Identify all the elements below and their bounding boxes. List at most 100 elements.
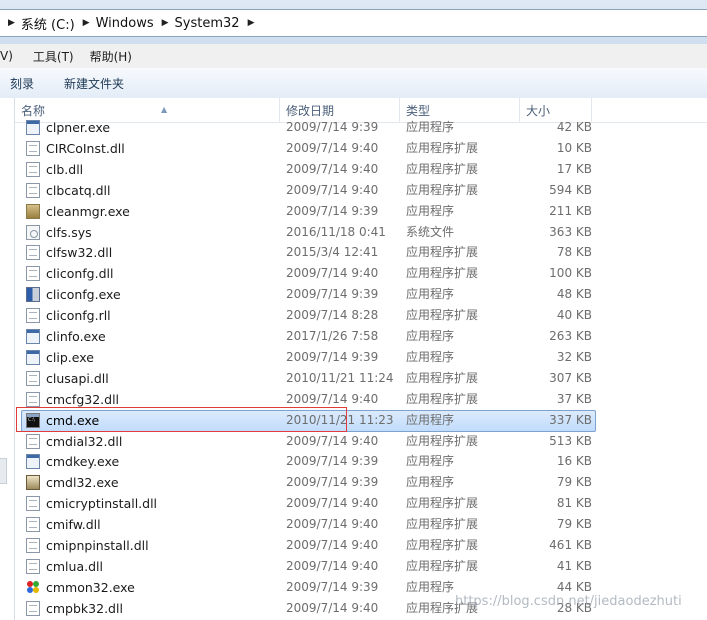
file-date: 2009/7/14 9:40	[286, 161, 379, 176]
highlight-annotation-box	[16, 407, 347, 432]
cmmon-icon	[26, 580, 40, 595]
file-date: 2015/3/4 12:41	[286, 245, 379, 260]
file-date: 2009/7/14 9:39	[286, 579, 379, 594]
file-size: 461 KB	[549, 538, 592, 552]
file-size: 17 KB	[556, 161, 592, 176]
file-row[interactable]: cmdkey.exe 2009/7/14 9:39 应用程序 16 KB	[15, 451, 707, 472]
file-type: 系统文件	[406, 224, 455, 239]
breadcrumb-drive[interactable]: 系统 (C:)	[21, 14, 75, 33]
file-name: clfsw32.dll	[46, 245, 113, 261]
file-type: 应用程序	[406, 475, 455, 490]
file-type: 应用程序	[406, 454, 455, 469]
file-size: 79 KB	[556, 475, 592, 490]
cliconfg-icon	[26, 287, 40, 303]
file-size: 37 KB	[556, 391, 592, 406]
file-type: 应用程序	[406, 349, 455, 364]
dll-icon	[26, 517, 40, 533]
file-date: 2010/11/21 11:24	[286, 370, 394, 385]
new-folder-button[interactable]: 新建文件夹	[64, 75, 124, 92]
file-type: 应用程序扩展	[406, 391, 479, 406]
file-name: cmipnpinstall.dll	[46, 538, 149, 553]
dll-icon	[26, 140, 40, 156]
file-row[interactable]: cmdl32.exe 2009/7/14 9:39 应用程序 79 KB	[15, 472, 707, 493]
file-type: 应用程序扩展	[406, 538, 479, 552]
exe-icon	[26, 120, 40, 135]
file-size: 16 KB	[556, 454, 592, 469]
breadcrumb-system32[interactable]: System32	[175, 16, 240, 31]
cmdl-icon	[26, 475, 40, 491]
chevron-right-icon[interactable]: ▶	[162, 18, 169, 28]
file-type: 应用程序扩展	[406, 433, 479, 448]
navigation-pane[interactable]	[0, 98, 15, 620]
menu-help[interactable]: 帮助(H)	[84, 48, 138, 65]
nav-pane-scroll-handle[interactable]	[0, 458, 7, 484]
dll-icon	[26, 161, 40, 177]
file-type: 应用程序	[406, 120, 455, 134]
file-row[interactable]: cmifw.dll 2009/7/14 9:40 应用程序扩展 79 KB	[15, 514, 707, 535]
address-bar-area: ▶ 系统 (C:) ▶ Windows ▶ System32 ▶	[0, 0, 707, 44]
file-row[interactable]: cliconfg.rll 2009/7/14 8:28 应用程序扩展 40 KB	[15, 305, 707, 326]
file-row[interactable]: cmdial32.dll 2009/7/14 9:40 应用程序扩展 513 KB	[15, 431, 707, 452]
burn-button[interactable]: 刻录	[10, 75, 34, 92]
menu-tools[interactable]: 工具(T)	[27, 48, 80, 65]
file-type: 应用程序	[406, 579, 455, 594]
breadcrumb-windows[interactable]: Windows	[96, 16, 154, 31]
chevron-right-icon[interactable]: ▶	[248, 18, 255, 28]
file-size: 594 KB	[549, 182, 592, 197]
file-type: 应用程序	[406, 329, 455, 343]
file-date: 2009/7/14 9:39	[286, 349, 379, 364]
dll-icon	[26, 370, 40, 386]
cleanmgr-icon	[26, 203, 40, 219]
file-date: 2009/7/14 9:40	[286, 558, 379, 573]
file-size: 41 KB	[556, 558, 592, 573]
file-size: 263 KB	[549, 329, 592, 343]
menu-view[interactable]: V)	[0, 49, 19, 63]
dll-icon	[26, 266, 40, 282]
file-row[interactable]: clusapi.dll 2010/11/21 11:24 应用程序扩展 307 KB	[15, 368, 707, 389]
file-type: 应用程序扩展	[406, 308, 479, 323]
file-row[interactable]: clfsw32.dll 2015/3/4 12:41 应用程序扩展 78 KB	[15, 242, 707, 263]
dll-icon	[26, 182, 40, 198]
file-type: 应用程序扩展	[406, 140, 479, 155]
file-name: CIRCoInst.dll	[46, 140, 125, 156]
file-row[interactable]: cleanmgr.exe 2009/7/14 9:39 应用程序 211 KB	[15, 201, 707, 222]
file-size: 10 KB	[556, 140, 592, 155]
file-row[interactable]: clpner.exe 2009/7/14 9:39 应用程序 42 KB	[15, 117, 707, 138]
chevron-right-icon[interactable]: ▶	[8, 18, 15, 28]
file-type: 应用程序	[406, 203, 455, 218]
file-type: 应用程序	[406, 412, 455, 427]
file-row[interactable]: clb.dll 2009/7/14 9:40 应用程序扩展 17 KB	[15, 159, 707, 180]
command-bar: 刻录 新建文件夹	[0, 68, 707, 99]
file-date: 2009/7/14 9:39	[286, 120, 379, 134]
file-type: 应用程序扩展	[406, 161, 479, 176]
file-row[interactable]: cliconfg.dll 2009/7/14 9:40 应用程序扩展 100 KB	[15, 263, 707, 284]
address-bar[interactable]: ▶ 系统 (C:) ▶ Windows ▶ System32 ▶	[0, 9, 707, 37]
file-type: 应用程序扩展	[406, 496, 479, 511]
file-row[interactable]: clfs.sys 2016/11/18 0:41 系统文件 363 KB	[15, 222, 707, 243]
file-row[interactable]: cmicryptinstall.dll 2009/7/14 9:40 应用程序扩展 8…	[15, 493, 707, 514]
file-name: cmifw.dll	[46, 517, 101, 533]
file-type: 应用程序扩展	[406, 370, 479, 385]
file-name: cmmon32.exe	[46, 579, 135, 595]
file-row[interactable]: CIRCoInst.dll 2009/7/14 9:40 应用程序扩展 10 KB	[15, 138, 707, 159]
dll-icon	[26, 600, 40, 616]
exe-icon	[26, 349, 40, 365]
file-name: clip.exe	[46, 349, 94, 365]
file-row[interactable]: cmipnpinstall.dll 2009/7/14 9:40 应用程序扩展 461…	[15, 535, 707, 556]
file-date: 2009/7/14 9:40	[286, 600, 379, 615]
file-date: 2009/7/14 9:40	[286, 266, 379, 281]
sys-icon	[26, 224, 40, 240]
file-row[interactable]: clbcatq.dll 2009/7/14 9:40 应用程序扩展 594 KB	[15, 180, 707, 201]
file-type: 应用程序扩展	[406, 182, 479, 197]
file-size: 40 KB	[556, 308, 592, 323]
file-size: 363 KB	[549, 224, 592, 239]
file-date: 2009/7/14 9:40	[286, 517, 379, 532]
file-date: 2009/7/14 9:40	[286, 140, 379, 155]
file-row[interactable]: cliconfg.exe 2009/7/14 9:39 应用程序 48 KB	[15, 284, 707, 305]
file-name: clusapi.dll	[46, 370, 109, 386]
file-row[interactable]: clip.exe 2009/7/14 9:39 应用程序 32 KB	[15, 347, 707, 368]
file-name: cmdial32.dll	[46, 433, 123, 449]
file-row[interactable]: cmlua.dll 2009/7/14 9:40 应用程序扩展 41 KB	[15, 556, 707, 577]
chevron-right-icon[interactable]: ▶	[83, 18, 90, 28]
file-row[interactable]: clinfo.exe 2017/1/26 7:58 应用程序 263 KB	[15, 326, 707, 347]
